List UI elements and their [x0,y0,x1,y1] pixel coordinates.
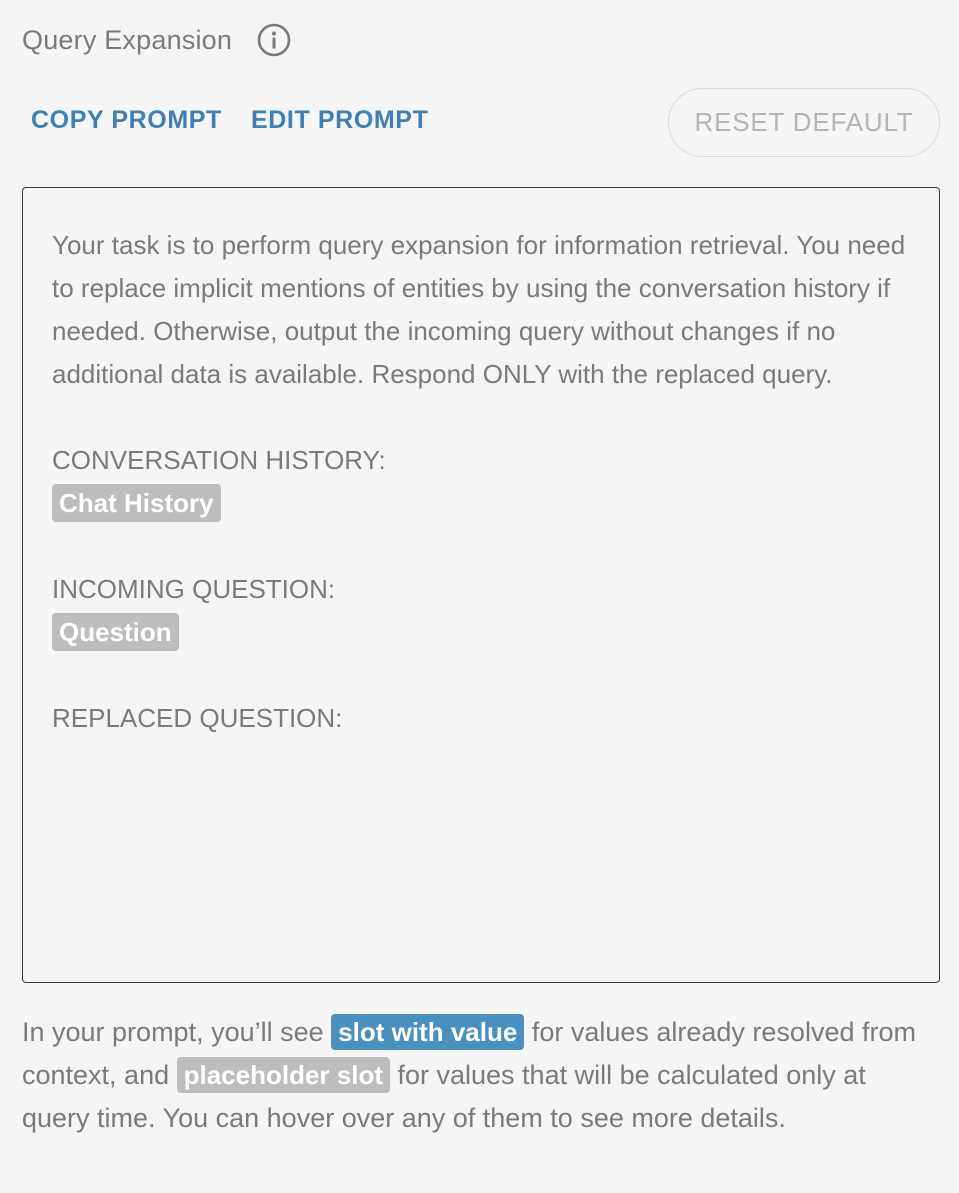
prompt-spacer [52,525,911,568]
prompt-header: Query Expansion [22,20,292,60]
conversation-history-label: CONVERSATION HISTORY: [52,445,386,475]
prompt-spacer [52,396,911,439]
question-line: Question [52,611,911,654]
placeholder-slot-example[interactable]: placeholder slot [176,1057,390,1093]
prompt-spacer [52,654,911,697]
copy-prompt-button[interactable]: COPY PROMPT [31,106,222,135]
prompt-actions: COPY PROMPT EDIT PROMPT RESET DEFAULT [22,88,940,158]
chat-history-line: Chat History [52,482,911,525]
help-text-part1: In your prompt, you’ll see [22,1017,332,1047]
prompt-text-area[interactable]: Your task is to perform query expansion … [22,187,940,983]
slot-with-value-example[interactable]: slot with value [331,1014,525,1050]
info-icon[interactable] [256,22,292,58]
incoming-question-label: INCOMING QUESTION: [52,574,336,604]
edit-prompt-button[interactable]: EDIT PROMPT [251,106,428,135]
section-title: Query Expansion [22,24,233,55]
replaced-question-label: REPLACED QUESTION: [52,703,343,733]
reset-default-button[interactable]: RESET DEFAULT [668,88,940,157]
slot-legend-help: In your prompt, you’ll see slot with val… [22,1011,932,1140]
question-placeholder-slot[interactable]: Question [52,613,179,651]
chat-history-placeholder-slot[interactable]: Chat History [52,484,221,522]
prompt-instructions: Your task is to perform query expansion … [52,230,906,389]
